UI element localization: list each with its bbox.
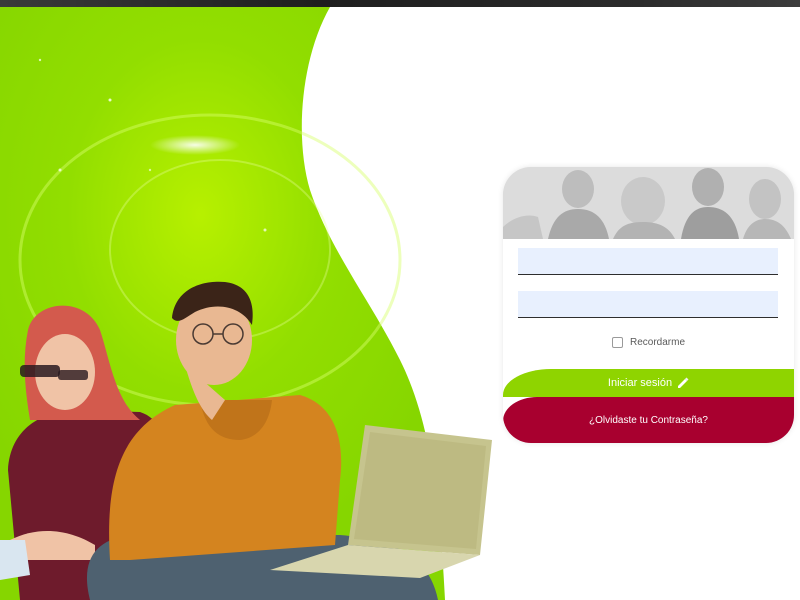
pencil-icon <box>678 377 689 388</box>
remember-me-checkbox[interactable] <box>611 336 623 348</box>
remember-me-row: Recordarme <box>503 334 794 350</box>
remember-me-label: Recordarme <box>629 336 686 348</box>
login-card: Recordarme Iniciar sesión ¿Olvidaste tu … <box>503 167 794 443</box>
password-input[interactable] <box>518 291 778 318</box>
login-button-label: Iniciar sesión <box>607 377 673 389</box>
username-input[interactable] <box>518 248 778 275</box>
card-banner-photo <box>503 167 794 239</box>
forgot-password-label: ¿Olvidaste tu Contraseña? <box>589 414 708 426</box>
students-banner-image <box>503 167 794 239</box>
hero-illustration <box>0 7 492 600</box>
forgot-password-button[interactable]: ¿Olvidaste tu Contraseña? <box>503 397 794 443</box>
top-browser-strip <box>0 0 800 7</box>
login-button[interactable]: Iniciar sesión <box>503 369 794 397</box>
